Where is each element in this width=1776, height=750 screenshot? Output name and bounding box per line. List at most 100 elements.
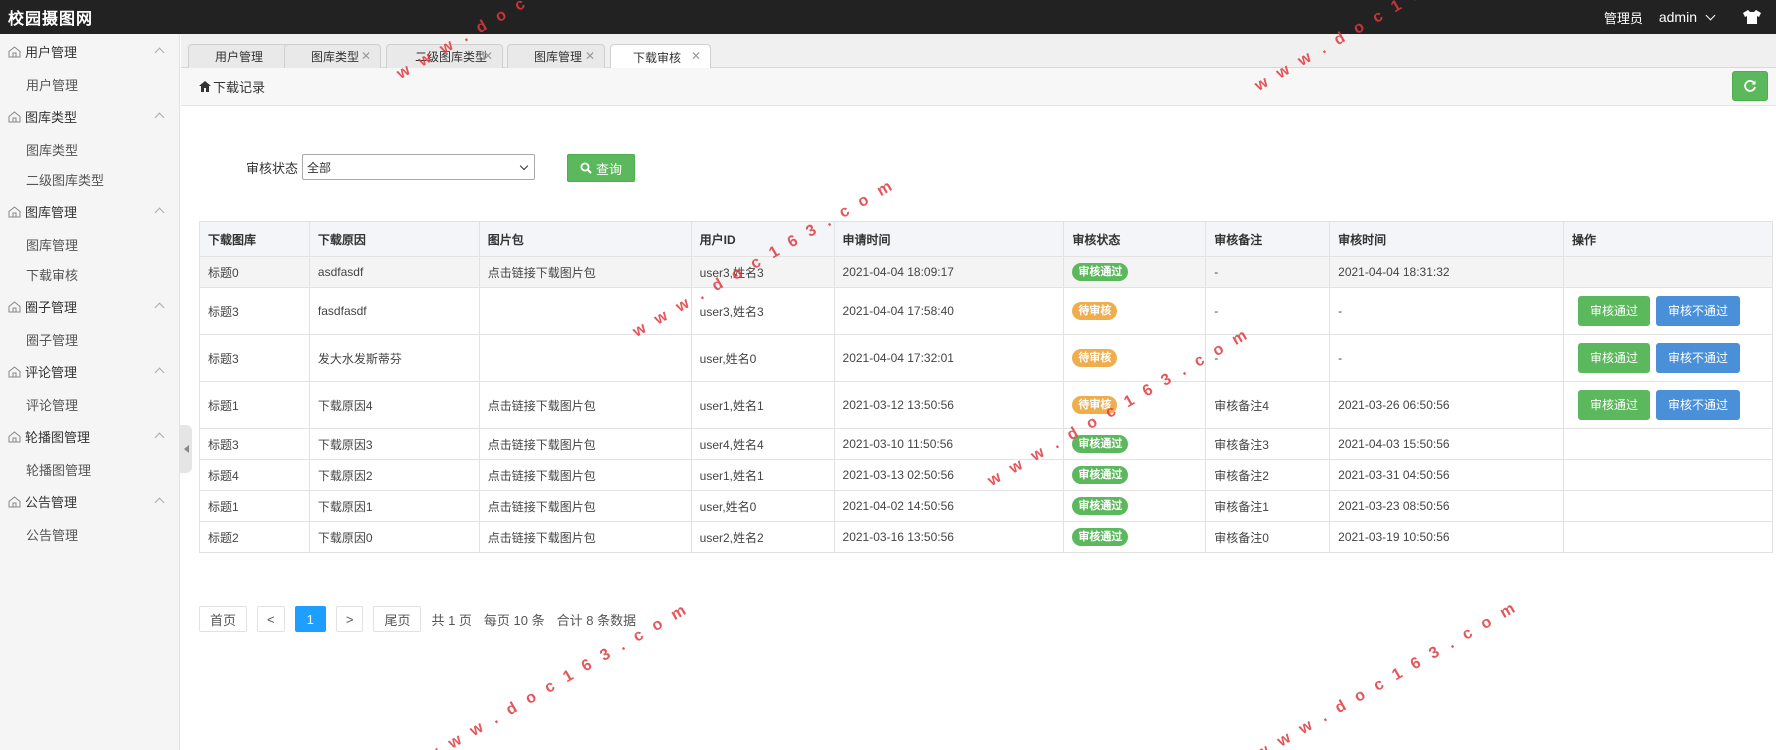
status-badge: 审核通过 — [1072, 466, 1129, 484]
table-cell: 2021-03-19 10:50:56 — [1329, 521, 1564, 553]
sidebar-item[interactable]: 二级图库类型 — [0, 164, 179, 194]
table-cell: 下载原因1 — [308, 490, 480, 522]
table-cell: - — [1205, 256, 1331, 288]
table-cell: fasdfasdf — [308, 287, 480, 335]
close-icon[interactable]: ✕ — [691, 49, 701, 63]
current-page-button[interactable]: 1 — [294, 606, 326, 632]
close-icon[interactable]: ✕ — [585, 49, 595, 63]
tshirt-icon[interactable] — [1742, 9, 1762, 25]
prev-page-button[interactable]: < — [257, 606, 285, 632]
chevron-up-icon — [154, 47, 165, 58]
tab-gallery-management[interactable]: 图库管理 ✕ — [507, 44, 605, 68]
approve-button[interactable]: 审核通过 — [1577, 343, 1650, 373]
sidebar-group[interactable]: 图库类型 — [0, 99, 179, 134]
actions-cell — [1562, 490, 1774, 522]
download-link — [478, 334, 692, 382]
approve-button[interactable]: 审核通过 — [1577, 390, 1650, 420]
user-name[interactable]: admin — [1659, 9, 1697, 25]
tab-label: 用户管理 — [215, 50, 264, 64]
reject-button[interactable]: 审核不通过 — [1655, 390, 1740, 420]
table-cell: 2021-04-02 14:50:56 — [833, 490, 1065, 522]
sidebar-item[interactable]: 轮播图管理 — [0, 454, 179, 484]
sidebar: 用户管理 用户管理 图库类型 图库类型 二级图库类型 图库管理 图库管理 下载审核 圈子管理 圈子… — [0, 34, 180, 750]
sidebar-group[interactable]: 圈子管理 — [0, 289, 179, 324]
actions-cell: 审核通过 审核不通过 — [1562, 381, 1774, 429]
tab-user-management[interactable]: 用户管理 — [188, 44, 289, 68]
reject-button[interactable]: 审核不通过 — [1655, 343, 1740, 373]
sidebar-group-label: 轮播图管理 — [25, 430, 91, 445]
top-bar: 校园摄图网 管理员 admin — [0, 0, 1776, 34]
sidebar-item[interactable]: 下载审核 — [0, 259, 179, 289]
home-icon — [8, 300, 21, 312]
table-cell: 2021-03-12 13:50:56 — [833, 381, 1065, 429]
status-badge: 待审核 — [1072, 349, 1118, 367]
approve-button[interactable]: 审核通过 — [1577, 296, 1650, 326]
download-link[interactable]: 点击链接下载图片包 — [478, 521, 692, 553]
chevron-down-icon[interactable] — [1705, 10, 1716, 21]
next-page-button[interactable]: > — [335, 606, 364, 632]
search-bar: 审核状态 全部 — [246, 154, 536, 180]
status-cell: 审核通过 — [1063, 521, 1207, 553]
home-icon — [8, 430, 21, 442]
user-role: 管理员 — [1603, 10, 1643, 26]
tab-gallery-type[interactable]: 图库类型 ✕ — [284, 44, 381, 68]
download-link[interactable]: 点击链接下载图片包 — [478, 381, 692, 429]
sidebar-group-label: 图库管理 — [25, 205, 78, 220]
total-pages: 共 1 页 — [431, 612, 472, 628]
reject-button[interactable]: 审核不通过 — [1655, 296, 1740, 326]
status-cell: 审核通过 — [1063, 459, 1207, 491]
sidebar-group[interactable]: 图库管理 — [0, 194, 179, 229]
status-cell: 待审核 — [1063, 287, 1207, 335]
status-badge: 待审核 — [1072, 302, 1118, 320]
total-records: 合计 8 条数据 — [556, 612, 637, 628]
sidebar-group-label: 圈子管理 — [25, 300, 78, 315]
actions-cell: 审核通过 审核不通过 — [1562, 334, 1774, 382]
download-link[interactable]: 点击链接下载图片包 — [478, 490, 692, 522]
status-filter-select[interactable]: 全部 — [302, 154, 536, 180]
tab-label: 图库管理 — [534, 50, 583, 64]
home-icon — [199, 81, 211, 92]
sidebar-item[interactable]: 图库类型 — [0, 134, 179, 164]
column-header: 下载图库 — [199, 221, 310, 257]
sidebar-item[interactable]: 图库管理 — [0, 229, 179, 259]
table-row: 标题1 下载原因1 点击链接下载图片包 user,姓名0 2021-04-02 14:5… — [199, 490, 1774, 522]
sidebar-group-label: 图库类型 — [25, 110, 78, 125]
user-area[interactable]: 管理员 admin — [1604, 8, 1776, 27]
sidebar-collapse-toggle[interactable] — [180, 425, 192, 473]
home-icon — [8, 205, 21, 217]
watermark: w w w . d o c 1 6 3 . c o m — [1253, 597, 1522, 750]
download-link[interactable]: 点击链接下载图片包 — [478, 428, 692, 460]
table-cell: user4,姓名4 — [690, 428, 835, 460]
sidebar-item[interactable]: 公告管理 — [0, 519, 179, 549]
query-button[interactable]: 查询 — [567, 154, 635, 182]
home-icon — [8, 365, 21, 377]
table-cell: 标题1 — [199, 381, 310, 429]
column-header: 图片包 — [478, 221, 692, 257]
status-filter-value: 全部 — [307, 160, 332, 175]
sidebar-item[interactable]: 圈子管理 — [0, 324, 179, 354]
last-page-button[interactable]: 尾页 — [373, 606, 422, 632]
sidebar-item[interactable]: 评论管理 — [0, 389, 179, 419]
close-icon[interactable]: ✕ — [361, 49, 371, 63]
table-cell: 下载原因4 — [308, 381, 480, 429]
table-cell: 2021-04-04 17:58:40 — [833, 287, 1065, 335]
table-cell: 标题4 — [199, 459, 310, 491]
sidebar-group[interactable]: 用户管理 — [0, 34, 179, 69]
tab-download-review[interactable]: 下载审核 ✕ — [610, 44, 711, 69]
tab-label: 图库类型 — [311, 50, 360, 64]
sidebar-group-label: 公告管理 — [25, 495, 78, 510]
sidebar-group[interactable]: 轮播图管理 — [0, 419, 179, 454]
sidebar-group[interactable]: 评论管理 — [0, 354, 179, 389]
download-link[interactable]: 点击链接下载图片包 — [478, 256, 692, 288]
home-icon — [8, 110, 21, 122]
refresh-button[interactable] — [1732, 71, 1768, 101]
sidebar-item[interactable]: 用户管理 — [0, 69, 179, 99]
table-cell: 2021-04-04 18:09:17 — [833, 256, 1065, 288]
close-icon[interactable]: ✕ — [483, 49, 493, 63]
table-row: 标题0 asdfasdf 点击链接下载图片包 user3,姓名3 2021-04-04 … — [199, 256, 1774, 288]
download-link[interactable]: 点击链接下载图片包 — [478, 459, 692, 491]
table-row: 标题1 下载原因4 点击链接下载图片包 user1,姓名1 2021-03-12 13:… — [199, 381, 1774, 429]
first-page-button[interactable]: 首页 — [199, 606, 248, 632]
sidebar-group-label: 用户管理 — [25, 45, 78, 60]
sidebar-group[interactable]: 公告管理 — [0, 484, 179, 519]
